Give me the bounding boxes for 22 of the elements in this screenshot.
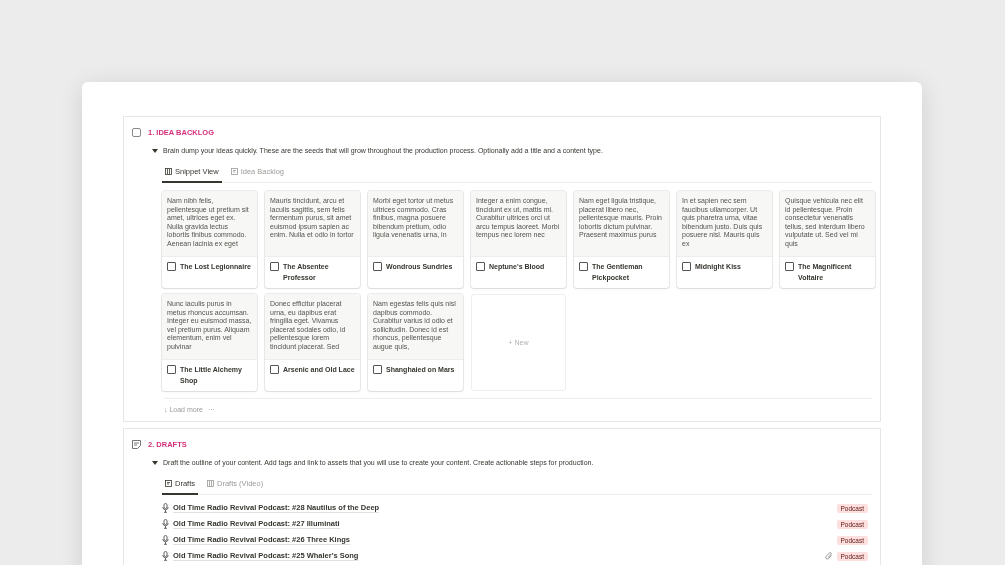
checkbox[interactable]	[270, 365, 279, 374]
toggle-icon[interactable]	[152, 147, 158, 154]
checkbox[interactable]	[167, 262, 176, 271]
checkbox[interactable]	[785, 262, 794, 271]
document-icon	[230, 168, 238, 175]
document-icon	[165, 480, 172, 487]
checkbox[interactable]	[373, 365, 382, 374]
microphone-icon	[162, 535, 169, 545]
checkbox[interactable]	[270, 262, 279, 271]
toggle-icon[interactable]	[152, 459, 158, 466]
grid-icon	[165, 168, 172, 175]
checkbox[interactable]	[476, 262, 485, 271]
microphone-icon	[162, 503, 169, 513]
microphone-icon	[162, 551, 169, 561]
checkbox[interactable]	[373, 262, 382, 271]
grid-icon	[207, 480, 214, 487]
note-icon	[132, 439, 141, 449]
square-icon	[132, 127, 141, 137]
checkbox[interactable]	[167, 365, 176, 374]
checkbox[interactable]	[579, 262, 588, 271]
microphone-icon	[162, 519, 169, 529]
checkbox[interactable]	[682, 262, 691, 271]
